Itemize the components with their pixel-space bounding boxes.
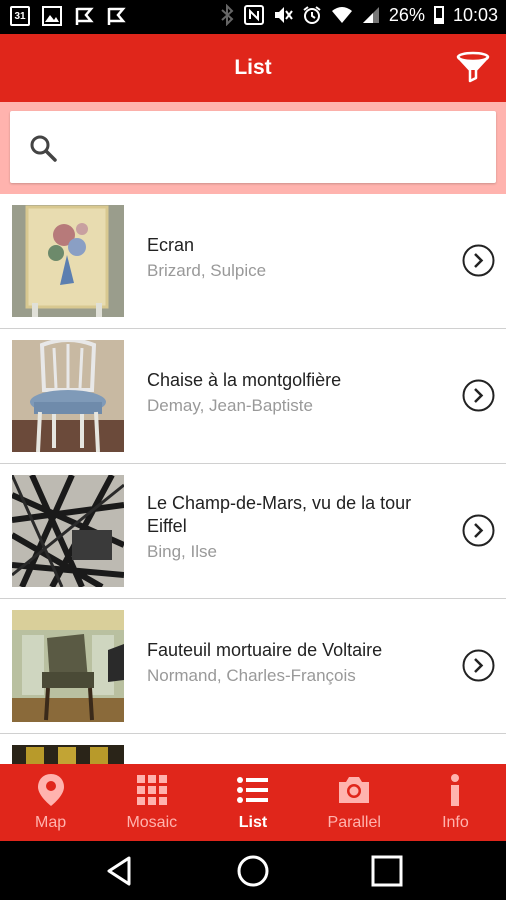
bluetooth-icon bbox=[221, 4, 234, 26]
list-item[interactable]: Ecran Brizard, Sulpice bbox=[0, 194, 506, 329]
grid-icon bbox=[136, 775, 167, 805]
battery-percent: 26% bbox=[388, 4, 425, 25]
item-artist: Normand, Charles-François bbox=[147, 666, 356, 685]
nav-label: Info bbox=[442, 814, 469, 831]
nav-parallel[interactable]: Parallel bbox=[304, 764, 405, 841]
calendar-day: 31 bbox=[14, 10, 26, 22]
item-title: Ecran bbox=[147, 235, 195, 255]
filter-icon bbox=[456, 51, 490, 83]
page-title: List bbox=[234, 56, 272, 79]
item-artist: Brizard, Sulpice bbox=[147, 261, 267, 280]
status-bar: 31 26% 10:03 bbox=[0, 0, 506, 34]
app-bar: List bbox=[0, 34, 506, 102]
map-pin-icon bbox=[37, 774, 64, 806]
list-icon bbox=[237, 777, 268, 803]
artwork-thumbnail bbox=[12, 475, 124, 587]
nav-label: List bbox=[238, 814, 268, 831]
recents-icon[interactable] bbox=[370, 854, 404, 888]
image-icon bbox=[42, 6, 62, 26]
chevron-right-icon[interactable] bbox=[462, 649, 495, 682]
list-item[interactable]: Chaise à la montgolfière Demay, Jean-Bap… bbox=[0, 329, 506, 464]
artwork-thumbnail bbox=[12, 340, 124, 452]
home-icon[interactable] bbox=[236, 854, 270, 888]
item-artist: Demay, Jean-Baptiste bbox=[147, 396, 313, 415]
filter-button[interactable] bbox=[456, 50, 490, 84]
nav-label: Map bbox=[35, 814, 67, 831]
clock: 10:03 bbox=[452, 4, 498, 25]
list-item[interactable] bbox=[0, 734, 506, 764]
search-input[interactable] bbox=[70, 129, 480, 165]
search-box[interactable] bbox=[10, 111, 496, 183]
list-item-text: Chaise à la montgolfière Demay, Jean-Bap… bbox=[147, 369, 447, 417]
list-item-text: Le Champ-de-Mars, vu de la tour Eiffel B… bbox=[147, 492, 447, 563]
item-title: Chaise à la montgolfière bbox=[147, 370, 342, 390]
artwork-thumbnail bbox=[12, 610, 124, 722]
artwork-thumbnail bbox=[12, 745, 124, 764]
calendar-icon: 31 bbox=[10, 6, 30, 26]
chevron-right-icon[interactable] bbox=[462, 244, 495, 277]
item-title: Fauteuil mortuaire de Voltaire bbox=[147, 640, 383, 660]
list-item-text: Fauteuil mortuaire de Voltaire Normand, … bbox=[147, 639, 447, 687]
nav-label: Parallel bbox=[327, 814, 381, 831]
nav-mosaic[interactable]: Mosaic bbox=[101, 764, 202, 841]
list-item[interactable]: Le Champ-de-Mars, vu de la tour Eiffel B… bbox=[0, 464, 506, 599]
camera-icon bbox=[339, 777, 370, 803]
search-bar-container bbox=[0, 102, 506, 194]
list-item-text: Ecran Brizard, Sulpice bbox=[147, 234, 447, 282]
list-item[interactable]: Fauteuil mortuaire de Voltaire Normand, … bbox=[0, 599, 506, 734]
search-icon bbox=[30, 135, 57, 162]
nav-map[interactable]: Map bbox=[0, 764, 101, 841]
bottom-navigation: Map Mosaic List Parallel Info bbox=[0, 764, 506, 841]
system-navigation-bar bbox=[0, 841, 506, 900]
nav-list[interactable]: List bbox=[202, 764, 303, 841]
flag-icon bbox=[74, 6, 94, 26]
back-icon[interactable] bbox=[103, 854, 137, 888]
flag-icon bbox=[106, 6, 126, 26]
artwork-thumbnail bbox=[12, 205, 124, 317]
alarm-icon bbox=[303, 6, 321, 24]
chevron-right-icon[interactable] bbox=[462, 379, 495, 412]
item-title: Le Champ-de-Mars, vu de la tour Eiffel bbox=[147, 493, 412, 536]
info-icon bbox=[451, 774, 460, 806]
signal-icon bbox=[362, 7, 379, 23]
artwork-list: Ecran Brizard, Sulpice Chaise à la montg… bbox=[0, 194, 506, 764]
mute-icon bbox=[274, 7, 293, 23]
nav-label: Mosaic bbox=[126, 814, 178, 831]
battery-icon bbox=[433, 6, 444, 24]
nfc-icon bbox=[243, 5, 264, 25]
nav-info[interactable]: Info bbox=[405, 764, 506, 841]
chevron-right-icon[interactable] bbox=[462, 514, 495, 547]
wifi-icon bbox=[331, 7, 352, 23]
item-artist: Bing, Ilse bbox=[147, 542, 217, 561]
